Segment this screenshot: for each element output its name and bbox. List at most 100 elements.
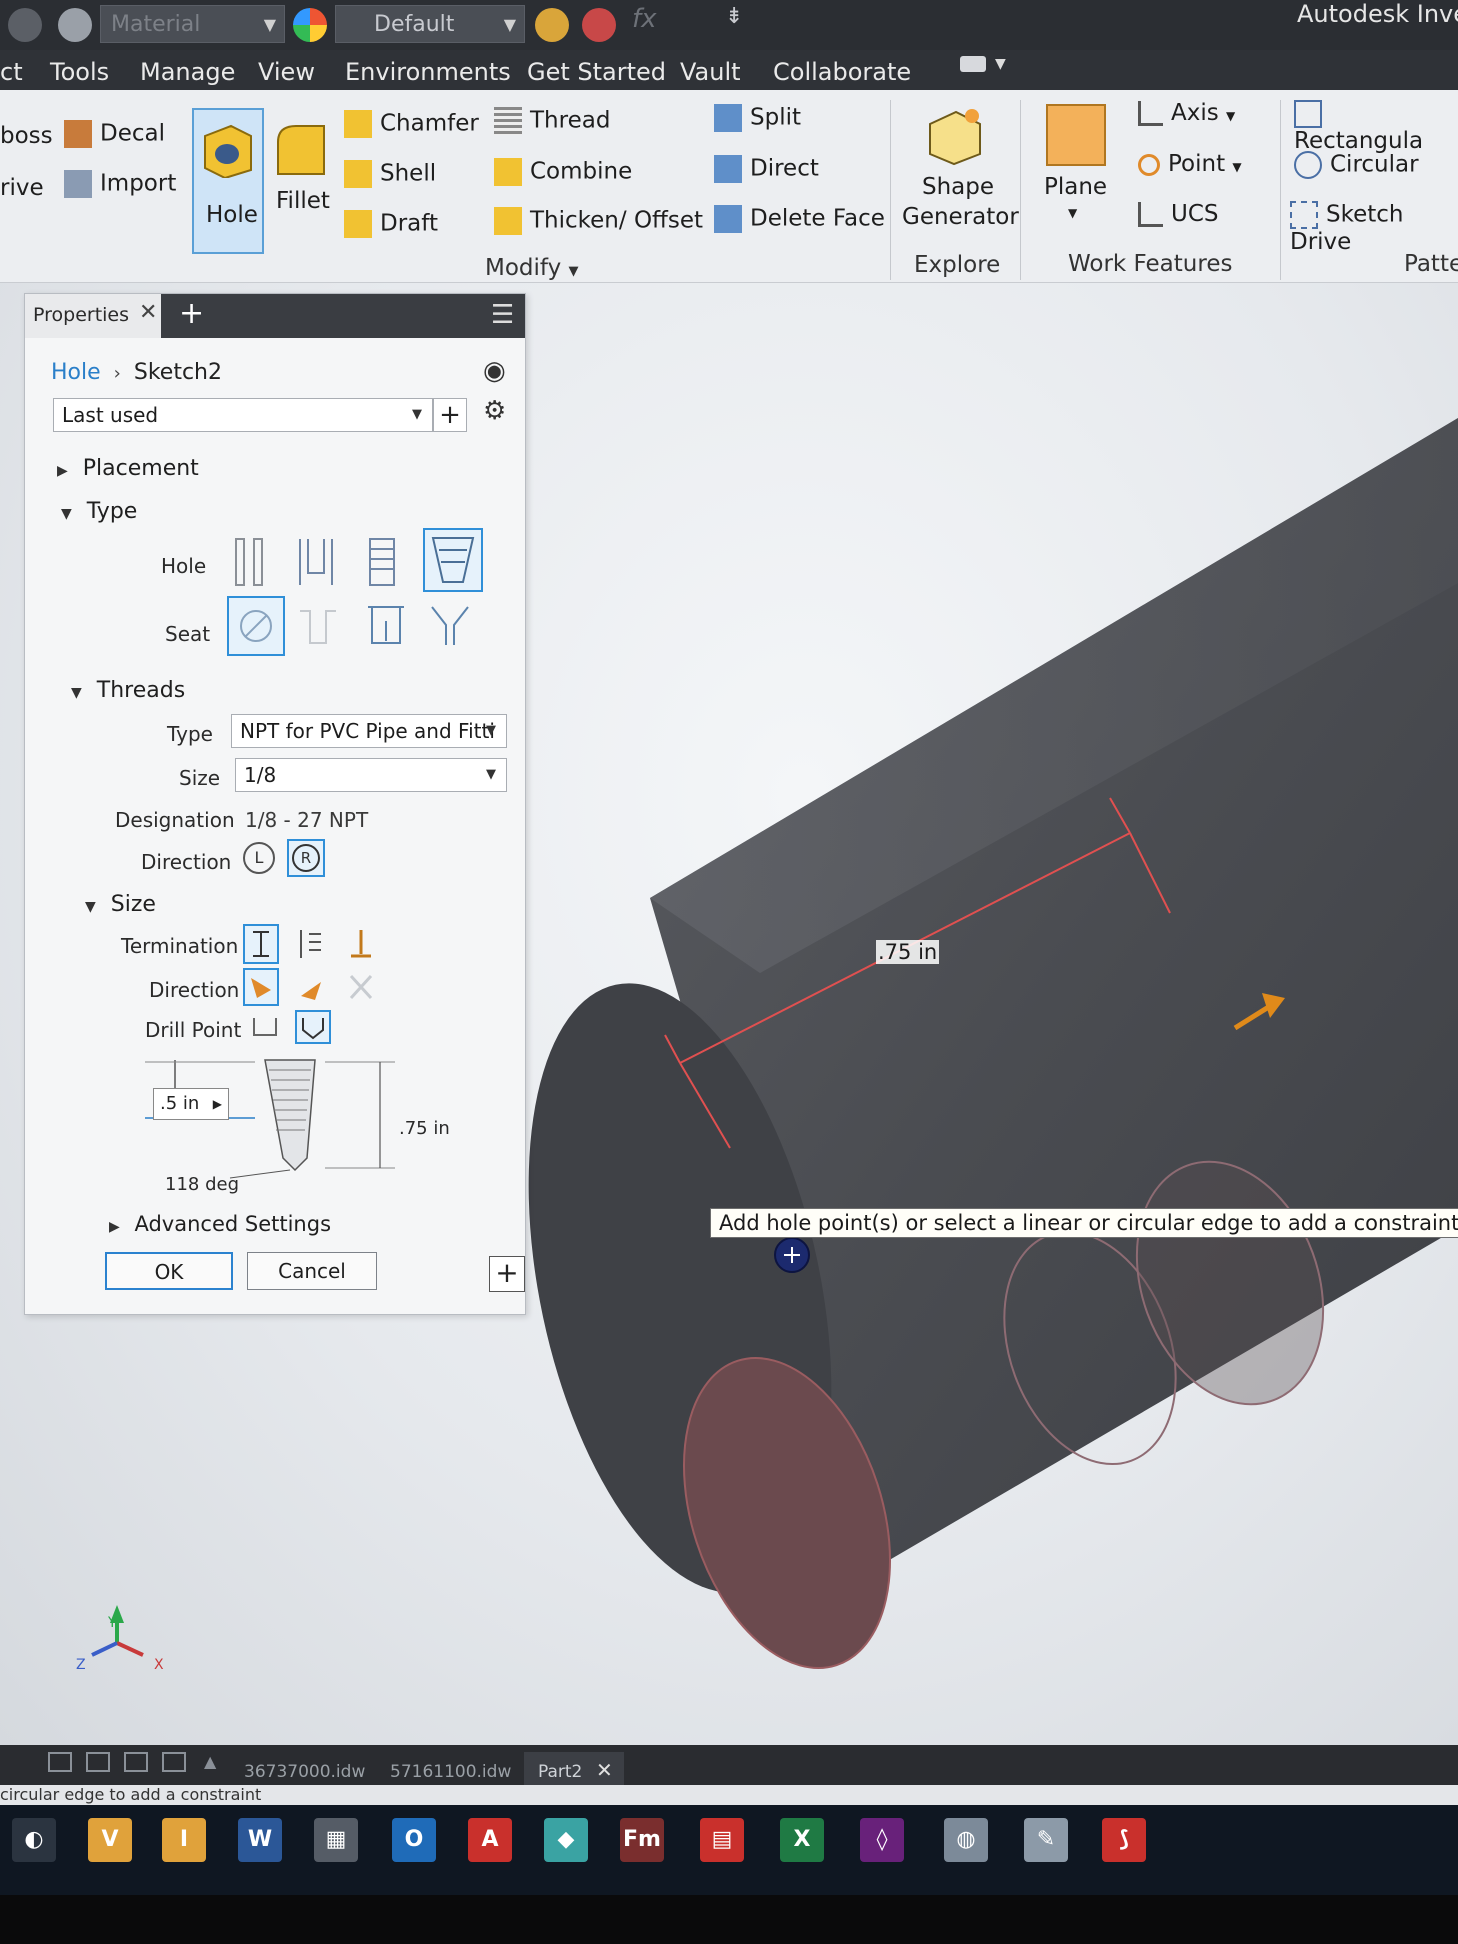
panel-menu-icon[interactable]: ☰ <box>491 300 514 330</box>
combine-button[interactable]: Combine <box>494 158 632 186</box>
symmetric-direction-icon[interactable] <box>345 970 377 1004</box>
breadcrumb-sketch[interactable]: Sketch2 <box>134 360 222 385</box>
shape-generator-button[interactable]: Shape Generator <box>900 100 1019 240</box>
tab-view[interactable]: View <box>258 58 315 86</box>
plane-button[interactable]: Plane ▼ <box>1040 98 1118 238</box>
threads-section[interactable]: ▼ Threads <box>71 678 185 703</box>
hole-point-marker[interactable] <box>774 1237 810 1273</box>
depth-value[interactable]: .75 in <box>399 1118 450 1139</box>
tab-environments[interactable]: Environments <box>345 58 511 86</box>
add-tab-icon[interactable]: + <box>179 296 204 331</box>
visual-studio-app-icon[interactable]: ◊ <box>860 1818 904 1862</box>
close-icon[interactable]: ✕ <box>139 300 157 325</box>
adjust-appearance-icon[interactable] <box>535 8 569 42</box>
paint-app-icon[interactable]: ✎ <box>1024 1818 1068 1862</box>
derive-button[interactable]: rive <box>0 175 44 201</box>
preset-dropdown[interactable]: Last used ▼ <box>53 398 433 432</box>
tab-collaborate[interactable]: Collaborate <box>773 58 911 86</box>
flat-drill-point-icon[interactable] <box>253 1018 277 1036</box>
modify-group-label[interactable]: Modify ▼ <box>485 255 579 281</box>
decal-button[interactable]: Decal <box>64 120 165 148</box>
counterbore-icon[interactable] <box>293 596 345 656</box>
network-app-icon[interactable]: ◍ <box>944 1818 988 1862</box>
tab-manage[interactable]: Manage <box>140 58 235 86</box>
chamfer-button[interactable]: Chamfer <box>344 110 479 138</box>
hole-button[interactable]: Hole <box>192 108 264 254</box>
simple-hole-icon[interactable] <box>225 532 277 592</box>
direct-button[interactable]: Direct <box>714 155 819 183</box>
close-icon[interactable]: ✕ <box>596 1758 613 1782</box>
import-button[interactable]: Import <box>64 170 176 198</box>
add-preset-button[interactable]: + <box>433 398 467 432</box>
default-direction-icon[interactable] <box>243 968 279 1006</box>
sketch-driven-pattern-button[interactable]: Sketch Drive <box>1290 201 1458 255</box>
thread-size-dropdown[interactable]: 1/8 ▼ <box>235 758 507 792</box>
arrange-vertical-icon[interactable] <box>162 1752 186 1772</box>
tile-windows-icon[interactable] <box>48 1752 72 1772</box>
acrobat-app-icon[interactable]: A <box>468 1818 512 1862</box>
word-app-icon[interactable]: W <box>238 1818 282 1862</box>
tab-tools[interactable]: Tools <box>50 58 109 86</box>
tab-vault[interactable]: Vault <box>680 58 741 86</box>
settings-gear-icon[interactable] <box>58 8 92 42</box>
chevron-down-icon[interactable]: ▼ <box>995 56 1006 72</box>
point-button[interactable]: Point ▼ <box>1138 151 1242 177</box>
fillet-button[interactable]: Fillet <box>270 108 334 254</box>
cancel-button[interactable]: Cancel <box>247 1252 377 1290</box>
document-tab[interactable]: 36737000.idw <box>244 1762 365 1782</box>
termination-through-all-icon[interactable] <box>293 926 325 962</box>
appearance-dropdown[interactable]: Default ▼ <box>335 5 525 43</box>
excel-app-icon[interactable]: X <box>780 1818 824 1862</box>
customize-quick-access-icon[interactable]: ⇟ <box>725 4 743 29</box>
tapped-hole-icon[interactable] <box>357 532 409 592</box>
termination-distance-icon[interactable] <box>243 924 279 964</box>
thread-type-dropdown[interactable]: NPT for PVC Pipe and Fitti ▼ <box>231 714 507 748</box>
flip-direction-icon[interactable] <box>295 970 327 1004</box>
no-seat-icon[interactable] <box>227 596 285 656</box>
diameter-input[interactable]: .5 in ▶ <box>153 1088 229 1120</box>
countersink-icon[interactable] <box>425 596 477 656</box>
drill-angle-value[interactable]: 118 deg <box>165 1174 239 1195</box>
termination-to-icon[interactable] <box>345 926 377 962</box>
document-tab-active[interactable]: Part2 ✕ <box>524 1752 624 1786</box>
tab-3d-model[interactable]: ct <box>0 58 23 86</box>
calculator-app-icon[interactable]: ▦ <box>314 1818 358 1862</box>
fx-parameters-icon[interactable]: fx <box>632 4 657 34</box>
thread-button[interactable]: Thread <box>494 107 610 135</box>
clear-appearance-icon[interactable] <box>582 8 616 42</box>
outlook-app-icon[interactable]: O <box>392 1818 436 1862</box>
arrange-horizontal-icon[interactable] <box>124 1752 148 1772</box>
taper-tapped-hole-icon[interactable] <box>423 528 483 592</box>
shell-button[interactable]: Shell <box>344 160 436 188</box>
filemaker-app-icon[interactable]: Fm <box>620 1818 664 1862</box>
spotface-icon[interactable] <box>361 596 413 656</box>
size-section[interactable]: ▼ Size <box>85 892 156 917</box>
pdf-app-icon[interactable]: ⟆ <box>1102 1818 1146 1862</box>
visibility-eye-icon[interactable]: ◉ <box>483 356 506 386</box>
properties-tab[interactable]: Properties ✕ <box>25 294 161 338</box>
type-section[interactable]: ▼ Type <box>61 499 137 524</box>
cad-viewer-app-icon[interactable]: ◆ <box>544 1818 588 1862</box>
open-documents-menu-icon[interactable]: ▲ <box>204 1752 216 1771</box>
circular-pattern-button[interactable]: Circular <box>1294 151 1419 179</box>
document-tab[interactable]: 57161100.idw <box>390 1762 511 1782</box>
split-button[interactable]: Split <box>714 104 801 132</box>
axis-button[interactable]: Axis ▼ <box>1138 100 1235 126</box>
ok-button[interactable]: OK <box>105 1252 233 1290</box>
rectangular-pattern-button[interactable]: Rectangula <box>1294 100 1458 154</box>
material-dropdown[interactable]: Material ▼ <box>100 5 285 43</box>
draft-button[interactable]: Draft <box>344 210 438 238</box>
preset-settings-gear-icon[interactable]: ⚙ <box>483 396 506 426</box>
right-hand-thread-icon[interactable]: R <box>287 839 325 877</box>
clearance-hole-icon[interactable] <box>291 532 343 592</box>
inventor-app-icon[interactable]: I <box>162 1818 206 1862</box>
ribbon-display-toggle-icon[interactable] <box>960 56 986 72</box>
dimension-label[interactable]: .75 in <box>876 940 940 964</box>
app-menu-icon[interactable] <box>8 8 42 42</box>
ucs-button[interactable]: UCS <box>1138 201 1219 227</box>
thicken-offset-button[interactable]: Thicken/ Offset <box>494 207 703 235</box>
apply-add-button[interactable]: + <box>489 1256 525 1292</box>
breadcrumb-hole-link[interactable]: Hole <box>51 360 101 385</box>
start-icon[interactable]: ◐ <box>12 1818 56 1862</box>
angle-drill-point-icon[interactable] <box>295 1010 331 1044</box>
